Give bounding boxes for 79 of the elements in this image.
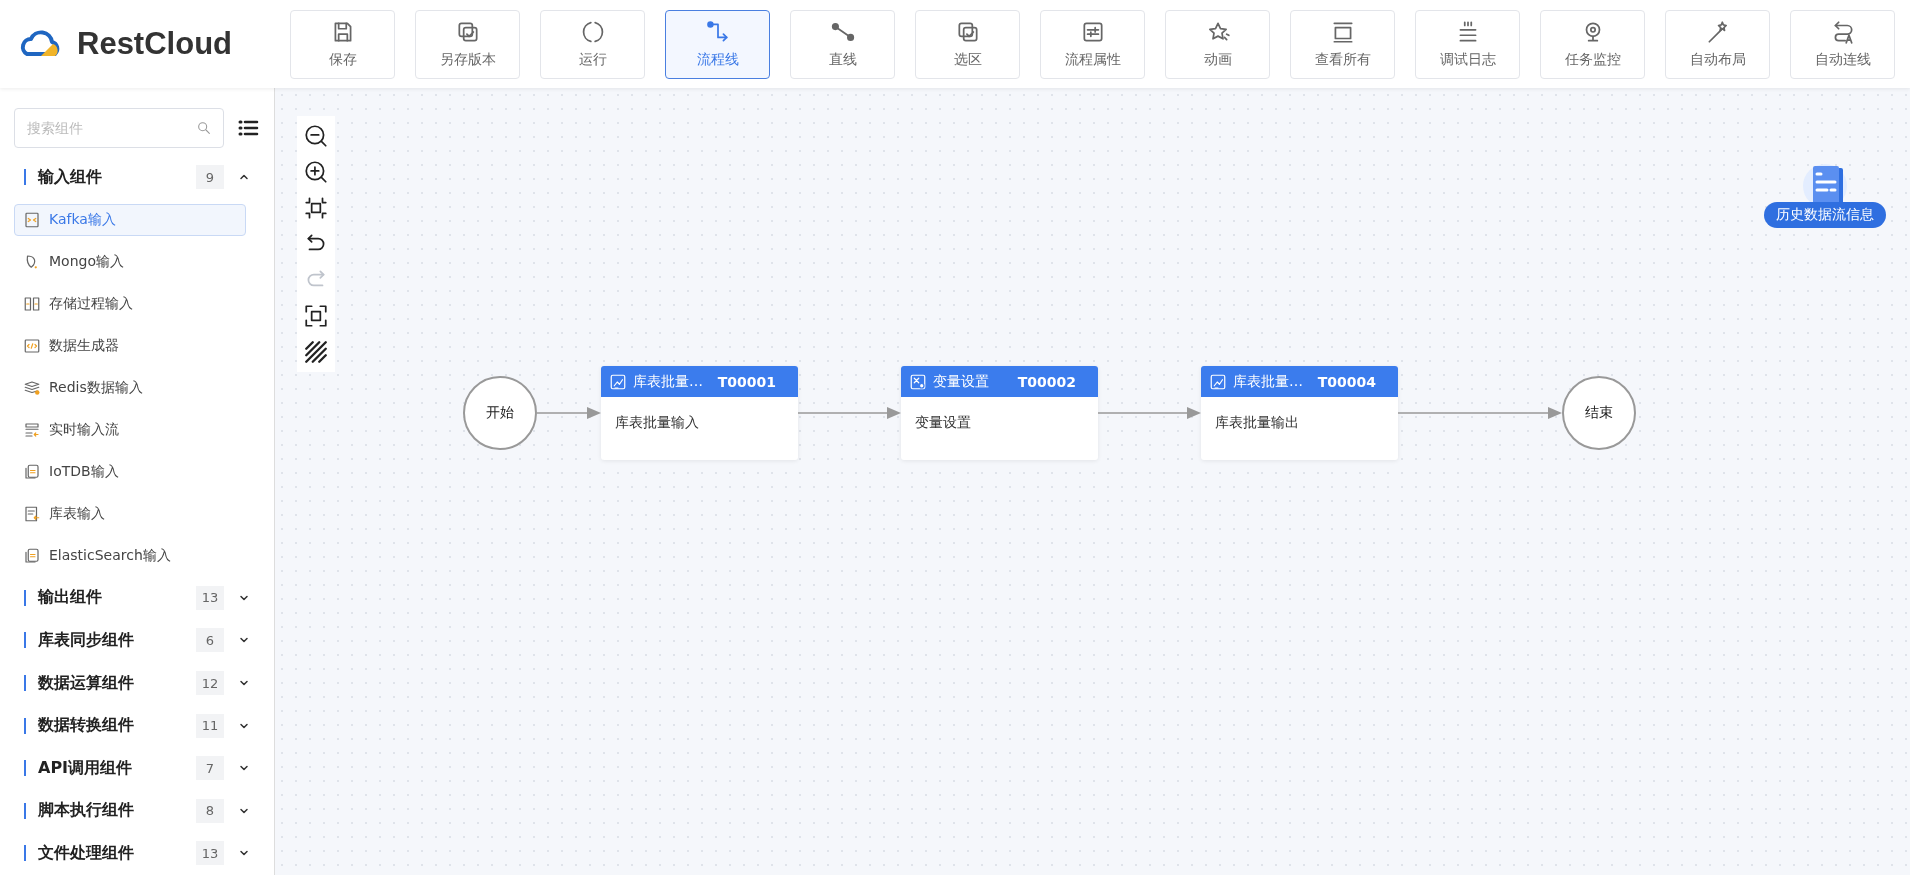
zoom-in-icon[interactable] [303, 159, 329, 185]
component-item[interactable]: 库表输入 [14, 497, 246, 530]
group-title: 文件处理组件 [38, 842, 135, 864]
toolbar-button[interactable]: 流程属性 [1040, 9, 1145, 79]
count-badge: 13 [196, 585, 224, 610]
file-arrows-icon [23, 210, 41, 229]
zoom-out-icon[interactable] [303, 123, 329, 149]
group-title: API调用组件 [38, 757, 134, 779]
group-header[interactable]: 数据转换组件 11 [14, 704, 260, 747]
count-badge: 13 [196, 841, 224, 866]
component-item[interactable]: Mongo输入 [14, 245, 246, 278]
group-header[interactable]: 输入组件 9 [14, 156, 260, 199]
documents-icon [23, 462, 41, 481]
stack-icon [23, 378, 41, 397]
group-title: 脚本执行组件 [38, 800, 135, 822]
count-badge: 7 [196, 756, 224, 781]
count-badge: 9 [196, 165, 224, 190]
component-item[interactable]: 实时输入流 [14, 413, 246, 446]
node-title: 库表批量… [1233, 372, 1304, 391]
node-id: T00002 [1017, 373, 1077, 390]
count-badge: 12 [196, 671, 224, 696]
toolbar-button[interactable]: 自动连线 [1790, 9, 1895, 79]
search-field[interactable]: 搜索组件 [14, 108, 224, 148]
toolbar-button[interactable]: 任务监控 [1540, 9, 1645, 79]
hatch-icon[interactable] [303, 339, 329, 365]
group-header[interactable]: 库表同步组件 6 [14, 619, 260, 662]
node-id: T00004 [1317, 373, 1377, 390]
toolbar-button[interactable]: 流程线 [665, 9, 770, 79]
component-item[interactable]: 数据生成器 [14, 329, 246, 362]
end-node: 结束 [1562, 376, 1636, 450]
count-badge: 11 [196, 713, 224, 738]
count-badge: 6 [196, 628, 224, 653]
toolbar-button[interactable]: 动画 [1165, 9, 1270, 79]
group-header[interactable]: 数据运算组件 12 [14, 661, 260, 705]
flow-node[interactable]: 变量设置 T00002 变量设置 [901, 366, 1098, 460]
node-title: 变量设置 [933, 372, 990, 391]
start-node: 开始 [463, 376, 537, 450]
node-label: 变量设置 [914, 413, 972, 432]
toolbar-button[interactable]: 选区 [915, 9, 1020, 79]
group-title: 输入组件 [38, 166, 103, 188]
component-item[interactable]: Redis数据输入 [14, 371, 246, 404]
split-panel-icon [23, 294, 41, 313]
toolbar-button[interactable]: 另存版本 [415, 9, 520, 79]
fit-view-icon[interactable] [303, 195, 329, 221]
node-label: 库表批量输出 [1214, 413, 1300, 432]
flow-node[interactable]: 库表批量… T00001 库表批量输入 [601, 366, 798, 460]
table-doc-icon [23, 504, 41, 523]
component-item[interactable]: IoTDB输入 [14, 455, 246, 488]
flow-node[interactable]: 库表批量… T00004 库表批量输出 [1201, 366, 1398, 460]
group-header[interactable]: 输出组件 13 [14, 576, 260, 620]
group-header[interactable]: 脚本执行组件 8 [14, 789, 260, 833]
group-title: 输出组件 [38, 587, 103, 609]
toolbar-button[interactable]: 直线 [790, 9, 895, 79]
history-button[interactable]: 历史数据流信息 [1764, 202, 1886, 228]
toolbar-button[interactable]: 查看所有 [1290, 9, 1395, 79]
group-header[interactable]: 文件处理组件 13 [14, 832, 260, 875]
toolbar-button[interactable]: 自动布局 [1665, 9, 1770, 79]
documents-icon [23, 546, 41, 565]
component-item[interactable]: 存储过程输入 [14, 287, 246, 320]
node-title: 库表批量… [633, 372, 704, 391]
flow-line-icon [704, 19, 731, 45]
node-id: T00001 [717, 373, 777, 390]
search-icon [196, 120, 212, 136]
group-title: 数据转换组件 [38, 715, 135, 737]
group-title: 库表同步组件 [38, 630, 135, 651]
stream-lines-icon [23, 420, 41, 439]
node-label: 库表批量输入 [614, 413, 700, 432]
toolbar-button[interactable]: 保存 [290, 9, 395, 79]
connector-arrow [536, 407, 601, 419]
toolbar-button[interactable]: 运行 [540, 9, 645, 79]
logo-text: RestCloud [77, 26, 232, 62]
fullscreen-icon[interactable] [303, 303, 329, 329]
code-icon [23, 336, 41, 355]
count-badge: 8 [196, 798, 224, 823]
toolbar-button[interactable]: 调试日志 [1415, 9, 1520, 79]
component-item[interactable]: ElasticSearch输入 [14, 539, 246, 572]
component-item[interactable]: Kafka输入 [14, 203, 246, 236]
group-header[interactable]: API调用组件 7 [14, 746, 260, 790]
group-title: 数据运算组件 [38, 672, 135, 694]
